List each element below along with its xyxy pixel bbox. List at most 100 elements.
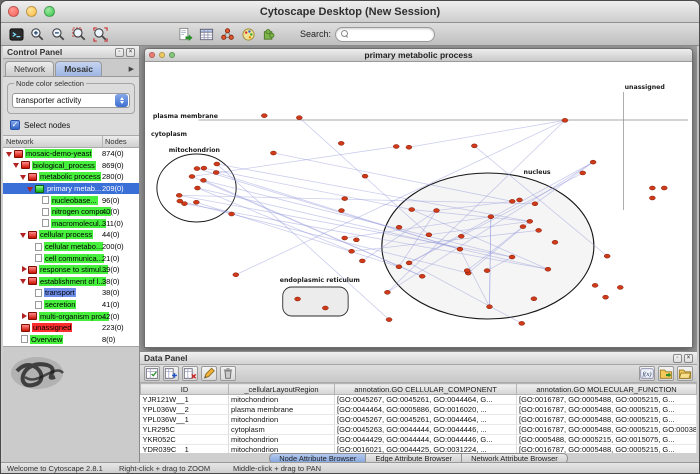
tree-item-secretion[interactable]: secretion41(0) [3, 299, 139, 311]
tab-scroll-icon[interactable]: ▶ [126, 63, 137, 76]
network-node[interactable] [531, 297, 537, 301]
tree-expander-icon[interactable] [6, 149, 14, 158]
tree-column-nodes[interactable]: Nodes [103, 136, 139, 147]
frame-minimize-icon[interactable] [159, 52, 165, 58]
network-node[interactable] [200, 178, 206, 182]
zoom-out-icon[interactable] [49, 25, 67, 43]
tree-expander-icon[interactable] [20, 265, 28, 274]
tree-expander-icon[interactable] [20, 230, 28, 239]
network-view-icon[interactable] [218, 25, 236, 43]
trash-icon[interactable] [220, 366, 236, 381]
table-cell[interactable]: mitochondrion [229, 445, 335, 454]
open-attributes-icon[interactable] [677, 366, 693, 381]
network-node[interactable] [194, 167, 200, 171]
table-cell[interactable]: [GO:0005488, GO:0005215, GO:0015075, G..… [517, 435, 697, 445]
float-panel-icon[interactable]: ▫ [673, 354, 682, 363]
network-node[interactable] [296, 116, 302, 120]
network-node[interactable] [426, 233, 432, 237]
column-header-cellularlayoutregion[interactable]: _cellularLayoutRegion [229, 384, 335, 395]
birdseye-view[interactable] [3, 346, 139, 462]
table-cell[interactable]: [GO:0045267, GO:0045261, GO:0044464, ... [335, 415, 517, 425]
tree-item-metabolic-process[interactable]: metabolic process280(0) [3, 171, 139, 183]
create-attribute-icon[interactable] [163, 366, 179, 381]
table-cell[interactable]: [GO:0016787, GO:0005488, GO:0005215, G..… [517, 415, 697, 425]
table-cell[interactable]: [GO:0016787, GO:0005488, GO:0005215, G..… [517, 405, 697, 415]
zoom-in-icon[interactable] [28, 25, 46, 43]
network-node[interactable] [213, 171, 219, 175]
network-node[interactable] [295, 297, 301, 301]
tree-item-establishment-of-l[interactable]: establishment of l...38(0) [3, 276, 139, 288]
tree-expander-icon[interactable] [27, 184, 35, 193]
tree-item-nitrogen-compo[interactable]: nitrogen compo...40(0) [3, 206, 139, 218]
node-color-dropdown[interactable]: transporter activity [12, 93, 130, 108]
tree-item-mosaic-demo-yeast[interactable]: mosaic-demo-yeast874(0) [3, 148, 139, 160]
network-node[interactable] [229, 212, 235, 216]
network-node[interactable] [339, 209, 345, 213]
tree-item-nucleobase[interactable]: nucleobase...96(0) [3, 194, 139, 206]
plugins-icon[interactable] [260, 25, 278, 43]
network-node[interactable] [338, 141, 344, 145]
network-node[interactable] [342, 197, 348, 201]
tree-item-response-to-stimul[interactable]: response to stimul...39(0) [3, 264, 139, 276]
network-view-frame[interactable]: primary metabolic process plasma membran… [144, 48, 693, 348]
search-input[interactable] [353, 29, 429, 39]
network-node[interactable] [592, 283, 598, 287]
network-node[interactable] [519, 321, 525, 325]
select-attributes-icon[interactable] [144, 366, 160, 381]
network-node[interactable] [342, 236, 348, 240]
tree-column-network[interactable]: Network [3, 136, 103, 147]
table-row[interactable]: YPL036W__2plasma membrane[GO:0044464, GO… [141, 405, 697, 415]
tree-expander-icon[interactable] [20, 277, 28, 286]
minimize-button[interactable] [26, 6, 37, 17]
network-node[interactable] [194, 186, 200, 190]
network-node[interactable] [386, 318, 392, 322]
table-cell[interactable]: [GO:0045263, GO:0044444, GO:0044446, ... [335, 425, 517, 435]
tree-item-multi-organism-pro[interactable]: multi-organism pro...42(0) [3, 310, 139, 322]
network-node[interactable] [517, 198, 523, 202]
tree-expander-icon[interactable] [20, 312, 28, 321]
network-node[interactable] [214, 162, 220, 166]
network-node[interactable] [520, 225, 526, 229]
close-panel-icon[interactable]: × [684, 354, 693, 363]
network-node[interactable] [362, 174, 368, 178]
network-node[interactable] [580, 171, 586, 175]
table-cell[interactable]: plasma membrane [229, 405, 335, 415]
network-node[interactable] [590, 160, 596, 164]
network-canvas[interactable]: plasma membranecytoplasmmitochondrionnuc… [145, 62, 692, 347]
network-node[interactable] [488, 215, 494, 219]
table-cell[interactable]: [GO:0016787, GO:0005488, GO:0005215, GO:… [517, 425, 697, 435]
network-node[interactable] [384, 290, 390, 294]
network-node[interactable] [233, 273, 239, 277]
network-node[interactable] [649, 186, 655, 190]
frame-close-icon[interactable] [149, 52, 155, 58]
network-node[interactable] [409, 208, 415, 212]
table-cell[interactable]: YDR039C__1 [141, 445, 229, 454]
table-cell[interactable]: YLR295C [141, 425, 229, 435]
table-cell[interactable]: [GO:0016787, GO:0005488, GO:0005215, G..… [517, 445, 697, 454]
network-node[interactable] [322, 306, 328, 310]
network-node[interactable] [201, 166, 207, 170]
close-panel-icon[interactable]: × [126, 48, 135, 57]
network-node[interactable] [545, 267, 551, 271]
table-cell[interactable]: [GO:0016021, GO:0044425, GO:0031224, ... [335, 445, 517, 454]
network-node[interactable] [509, 199, 515, 203]
network-node[interactable] [396, 265, 402, 269]
tab-network[interactable]: Network [5, 61, 54, 76]
table-cell[interactable]: YPL036W__1 [141, 415, 229, 425]
network-node[interactable] [189, 175, 195, 179]
batch-edit-icon[interactable] [201, 366, 217, 381]
table-row[interactable]: YDR039C__1mitochondrion[GO:0016021, GO:0… [141, 445, 697, 454]
tree-item-macromolecul[interactable]: macromolecul...311(0) [3, 218, 139, 230]
delete-attribute-icon[interactable] [182, 366, 198, 381]
network-node[interactable] [649, 196, 655, 200]
table-cell[interactable]: mitochondrion [229, 435, 335, 445]
table-row[interactable]: YKR052Cmitochondrion[GO:0044429, GO:0044… [141, 435, 697, 445]
select-nodes-checkbox[interactable]: ✓ [10, 120, 20, 130]
import-table-icon[interactable] [197, 25, 215, 43]
network-node[interactable] [536, 228, 542, 232]
network-node[interactable] [458, 234, 464, 238]
import-attributes-icon[interactable] [658, 366, 674, 381]
zoom-fit-icon[interactable] [91, 25, 109, 43]
network-node[interactable] [193, 200, 199, 204]
network-node[interactable] [177, 199, 183, 203]
